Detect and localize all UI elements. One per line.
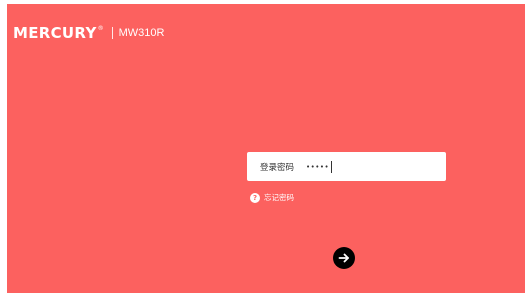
login-submit-button[interactable] [333,247,355,269]
question-icon: ? [250,192,260,203]
login-page: MERCURY ® MW310R 登录密码 ••••• ? 忘记密码 [7,4,525,293]
password-field[interactable]: 登录密码 ••••• [247,152,446,181]
password-label: 登录密码 [260,162,295,173]
text-caret [331,160,333,173]
brand-header: MERCURY ® MW310R [13,24,164,42]
brand-divider [111,27,113,39]
arrow-right-icon [338,253,349,263]
registered-mark: ® [97,25,104,32]
forgot-password-label[interactable]: 忘记密码 [264,192,294,203]
password-input[interactable]: ••••• [306,163,329,171]
mercury-logo: MERCURY [13,24,97,42]
forgot-password-link[interactable]: ? 忘记密码 [250,192,294,203]
model-name: MW310R [118,27,165,39]
